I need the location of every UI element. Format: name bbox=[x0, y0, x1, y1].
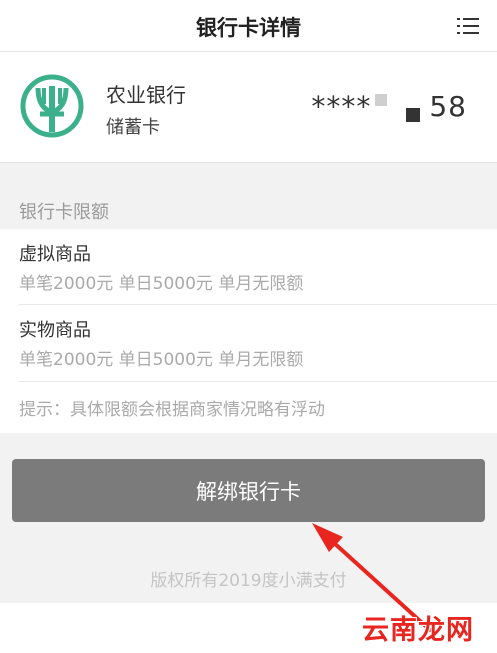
limit-item-detail: 单笔2000元 单日5000元 单月无限额 bbox=[19, 274, 304, 294]
limit-item-title: 虚拟商品 bbox=[19, 244, 91, 265]
mosaic-mask bbox=[375, 94, 388, 106]
divider bbox=[19, 304, 497, 305]
card-type: 储蓄卡 bbox=[106, 117, 160, 138]
bank-card-summary: 农业银行 储蓄卡 **** 58 bbox=[0, 52, 497, 163]
page-title: 银行卡详情 bbox=[196, 16, 301, 40]
limit-item-title: 实物商品 bbox=[19, 320, 91, 341]
unbind-card-button[interactable]: 解绑银行卡 bbox=[12, 459, 485, 522]
bank-name: 农业银行 bbox=[106, 83, 186, 107]
list-menu-icon[interactable] bbox=[457, 17, 479, 35]
masked-card-number: **** 58 bbox=[311, 90, 467, 123]
limit-hint: 提示：具体限额会根据商家情况略有浮动 bbox=[19, 400, 325, 420]
divider bbox=[19, 381, 497, 382]
abc-bank-logo bbox=[20, 74, 84, 138]
card-number-suffix: 58 bbox=[429, 90, 467, 123]
mosaic-mask bbox=[406, 108, 421, 122]
app-header: 银行卡详情 bbox=[0, 0, 497, 52]
limit-item-detail: 单笔2000元 单日5000元 单月无限额 bbox=[19, 350, 304, 370]
copyright-text: 版权所有2019度小满支付 bbox=[150, 571, 347, 591]
limits-section-title: 银行卡限额 bbox=[19, 202, 109, 223]
watermark: 云南龙网 bbox=[362, 615, 474, 646]
card-number-prefix: **** bbox=[311, 90, 372, 123]
